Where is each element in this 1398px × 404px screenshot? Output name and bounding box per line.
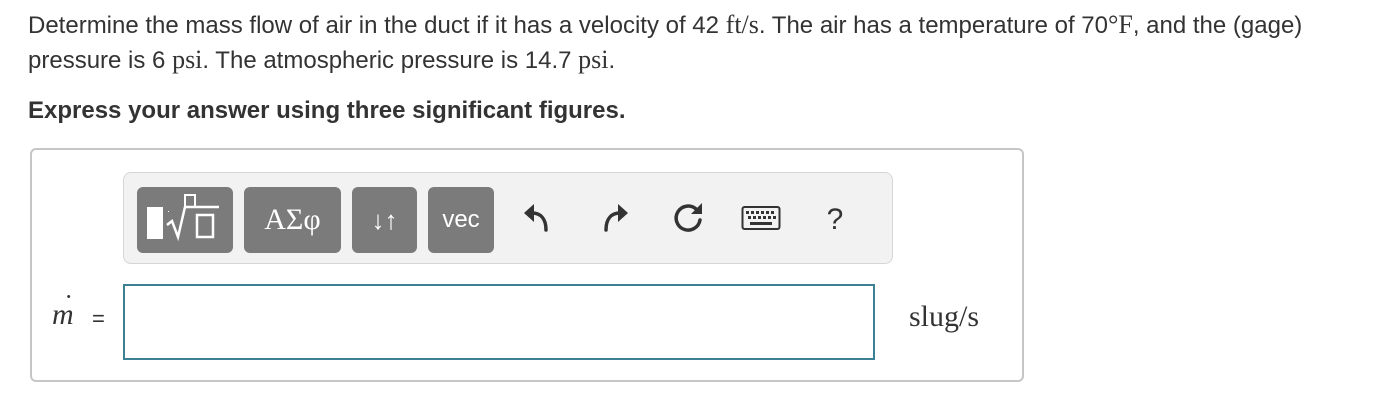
templates-icon	[145, 193, 225, 248]
mass-flow-symbol: ˙ m	[52, 290, 74, 332]
gage-pressure-unit: psi	[172, 45, 203, 74]
answer-instruction: Express your answer using three signific…	[28, 97, 626, 124]
help-button[interactable]: ?	[814, 187, 856, 253]
vector-button[interactable]: vec	[428, 187, 494, 253]
keyboard-icon	[741, 205, 781, 236]
reset-button[interactable]	[664, 187, 712, 253]
answer-units: slug/s	[909, 300, 980, 333]
question-part-1: Determine the mass flow of air in the du…	[28, 12, 726, 39]
question-text: Determine the mass flow of air in the du…	[28, 8, 1378, 78]
question-part-5: .	[608, 47, 616, 74]
undo-button[interactable]	[514, 187, 562, 253]
keyboard-button[interactable]	[736, 187, 786, 253]
math-toolbar: ΑΣφ ↓↑ vec ?	[123, 172, 893, 264]
undo-icon	[520, 200, 556, 241]
temperature-unit: °F	[1107, 10, 1133, 39]
greek-symbols-button[interactable]: ΑΣφ	[244, 187, 341, 253]
atmospheric-pressure-unit: psi	[578, 45, 609, 74]
answer-box: ΑΣφ ↓↑ vec ? ˙ m = slug/s	[30, 148, 1024, 382]
question-part-2: . The air has a temperature of 70	[758, 12, 1108, 39]
velocity-unit: ft/s	[725, 10, 759, 39]
redo-button[interactable]	[590, 187, 638, 253]
arrows-button[interactable]: ↓↑	[352, 187, 417, 253]
templates-button[interactable]	[137, 187, 233, 253]
dot-accent: ˙	[64, 290, 74, 321]
reset-icon	[669, 199, 707, 242]
question-part-4: . The atmospheric pressure is 14.7	[202, 47, 579, 74]
redo-icon	[596, 200, 632, 241]
equals-sign: =	[92, 306, 105, 331]
answer-input[interactable]	[123, 284, 875, 360]
